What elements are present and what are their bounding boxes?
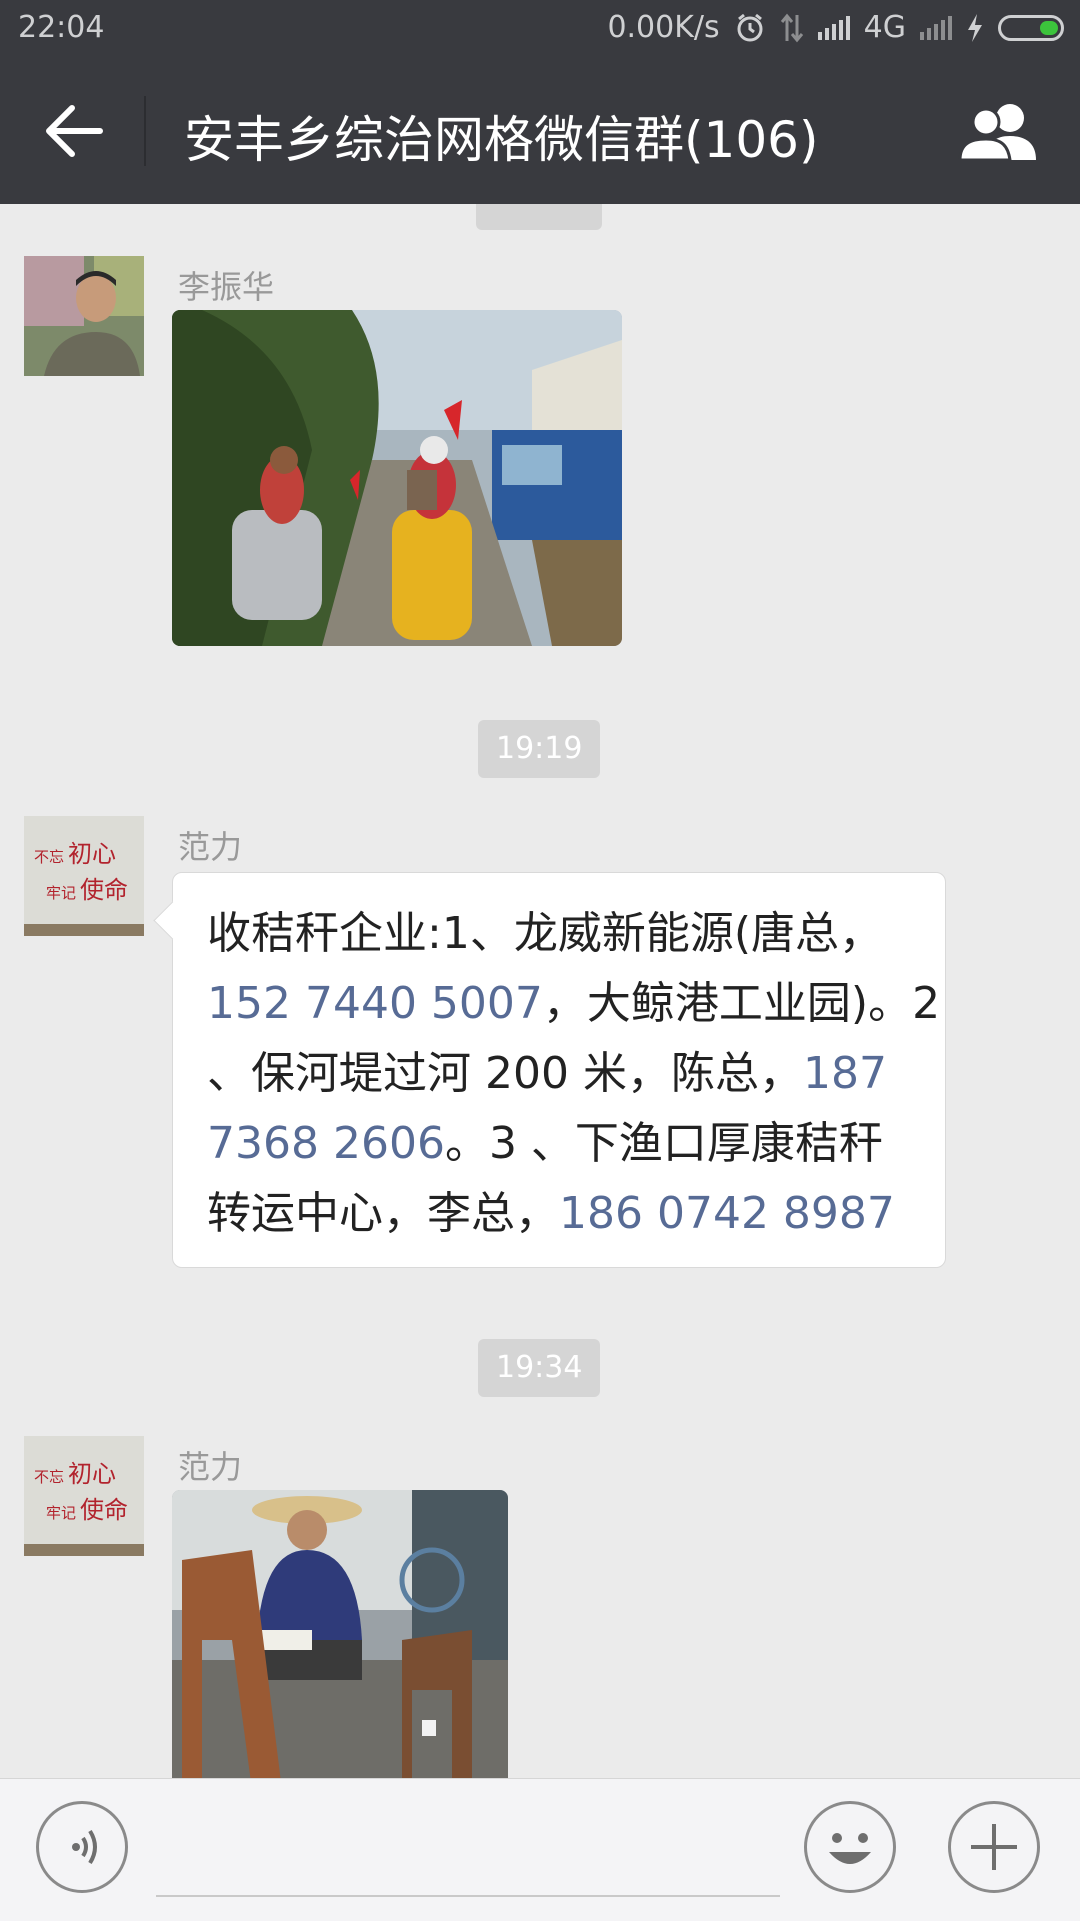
signal-icon-secondary [920,15,952,40]
network-type: 4G [863,10,906,45]
plus-icon [971,1824,1017,1870]
message-line: 152 7440 5007，大鲸港工业园)。2 [207,969,940,1039]
svg-text:使命: 使命 [80,876,128,904]
svg-text:不忘: 不忘 [34,1468,64,1486]
emoji-icon [829,1833,871,1864]
charging-icon [968,13,982,42]
status-icons: 0.00K/s 4G [607,10,1064,45]
photo-motorbikes-icon [172,310,622,646]
voice-icon [72,1829,97,1865]
sender-name: 李振华 [178,268,275,306]
message-text: ，大鲸港工业园)。2 [542,978,941,1029]
slogan-avatar-icon: 不忘 初心 牢记 使命 [24,816,144,936]
avatar[interactable] [24,256,144,376]
message-text: 。3 、下渔口厚康秸秆 [444,1118,883,1169]
message-line: 收秸秆企业:1、龙威新能源(唐总， [207,899,915,969]
avatar[interactable]: 不忘 初心 牢记 使命 [24,816,144,936]
emoji-button[interactable] [804,1801,896,1893]
message-line: 转运中心，李总，186 0742 8987 [207,1179,915,1249]
sender-name: 范力 [178,1448,243,1486]
avatar[interactable]: 不忘 初心 牢记 使命 [24,1436,144,1556]
group-members-icon[interactable] [956,100,1042,164]
timestamp-hidden [476,204,602,230]
chat-area[interactable]: 李振华 19:19 不忘 初心 牢记 使命 范力 收秸秆企业:1、龙威新能源(唐… [0,204,1080,1778]
svg-text:牢记: 牢记 [46,884,76,902]
message-line: 、保河堤过河 200 米，陈总，187 [207,1039,915,1109]
data-transfer-icon [780,13,803,42]
sender-name: 范力 [178,828,243,866]
phone-link[interactable]: 152 7440 5007 [207,978,543,1029]
svg-text:牢记: 牢记 [46,1504,76,1522]
more-button[interactable] [948,1801,1040,1893]
message-line: 7368 2606。3 、下渔口厚康秸秆 [207,1109,915,1179]
image-message[interactable] [172,1490,508,1778]
message-text: 转运中心，李总， [207,1188,559,1239]
header-divider [144,96,146,166]
battery-icon [998,14,1064,41]
phone-link[interactable]: 187 [803,1048,887,1099]
timestamp: 19:19 [478,720,601,778]
status-time: 22:04 [18,10,105,45]
input-bar [0,1778,1080,1921]
photo-reading-icon [172,1490,508,1778]
signal-icon [817,15,850,40]
message-text: 收秸秆企业:1、龙威新能源(唐总， [207,908,883,959]
timestamp: 19:34 [478,1339,601,1397]
phone-link[interactable]: 186 0742 8987 [559,1188,895,1239]
user-photo-icon [24,256,144,376]
back-arrow-icon[interactable] [40,98,110,164]
net-speed: 0.00K/s [607,10,720,45]
voice-button[interactable] [36,1801,128,1893]
image-message[interactable] [172,310,622,646]
svg-text:初心: 初心 [68,1460,116,1488]
text-message[interactable]: 收秸秆企业:1、龙威新能源(唐总， 152 7440 5007，大鲸港工业园)。2… [172,872,946,1268]
phone-link[interactable]: 7368 2606 [207,1118,445,1169]
svg-text:使命: 使命 [80,1496,128,1524]
chat-title: 安丰乡综治网格微信群(106) [184,111,819,169]
svg-text:初心: 初心 [68,840,116,868]
chat-header: 安丰乡综治网格微信群(106) [0,58,1080,204]
slogan-avatar-icon: 不忘 初心 牢记 使命 [24,1436,144,1556]
alarm-icon [737,13,763,41]
message-text: 、保河堤过河 200 米，陈总， [207,1048,803,1099]
status-bar: 22:04 0.00K/s 4G [0,0,1080,58]
message-input[interactable] [156,1895,780,1897]
svg-text:不忘: 不忘 [34,848,64,866]
